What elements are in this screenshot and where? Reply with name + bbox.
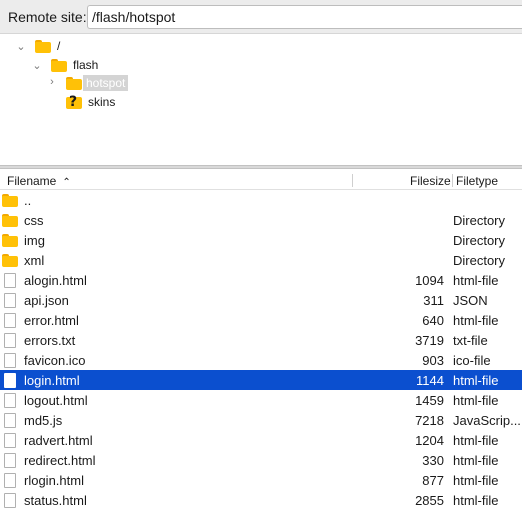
file-name: redirect.html	[24, 453, 96, 468]
file-list-header: Filename ⌃ Filesize Filetype	[0, 170, 522, 190]
column-separator[interactable]	[452, 174, 453, 187]
file-size: 330	[422, 453, 444, 468]
tree-item-root[interactable]: /	[35, 37, 63, 55]
file-size: 2855	[415, 493, 444, 508]
file-size: 1094	[415, 273, 444, 288]
file-type: html-file	[453, 473, 499, 488]
file-name: css	[24, 213, 44, 228]
file-row[interactable]: login.html 1144 html-file	[0, 370, 522, 390]
file-row[interactable]: alogin.html 1094 html-file	[0, 270, 522, 290]
file-type: JavaScrip...	[453, 413, 521, 428]
file-name: error.html	[24, 313, 79, 328]
file-name: xml	[24, 253, 45, 268]
column-filetype[interactable]: Filetype	[456, 174, 498, 188]
file-name: login.html	[24, 373, 80, 388]
tree-item-hotspot[interactable]: hotspot	[66, 74, 129, 92]
file-name: rlogin.html	[24, 473, 84, 488]
folder-icon	[2, 214, 18, 230]
file-row[interactable]: img Directory	[0, 230, 522, 250]
file-size: 640	[422, 313, 444, 328]
chevron-down-icon[interactable]: ⌄	[14, 39, 28, 53]
file-size: 1459	[415, 393, 444, 408]
column-filename-label: Filename	[7, 174, 57, 188]
column-filename[interactable]: Filename ⌃	[7, 174, 71, 188]
folder-icon	[51, 58, 67, 72]
file-name: status.html	[24, 493, 87, 508]
file-size: 877	[422, 473, 444, 488]
remote-site-bar: Remote site:	[0, 0, 522, 34]
file-type: JSON	[453, 293, 488, 308]
file-name: alogin.html	[24, 273, 87, 288]
file-row[interactable]: rlogin.html 877 html-file	[0, 470, 522, 490]
remote-directory-tree: ⌄ / ⌄ flash › hotspot ? skins	[0, 35, 522, 165]
file-type: html-file	[453, 393, 499, 408]
file-name: favicon.ico	[24, 353, 86, 368]
file-row[interactable]: redirect.html 330 html-file	[0, 450, 522, 470]
file-row[interactable]: xml Directory	[0, 250, 522, 270]
file-size: 311	[423, 293, 444, 308]
tree-item-skins[interactable]: ? skins	[66, 93, 118, 111]
file-size: 1204	[415, 433, 444, 448]
file-row[interactable]: logout.html 1459 html-file	[0, 390, 522, 410]
file-type: ico-file	[453, 353, 491, 368]
remote-site-input[interactable]	[87, 5, 522, 29]
file-row[interactable]: md5.js 7218 JavaScrip...	[0, 410, 522, 430]
file-row[interactable]: radvert.html 1204 html-file	[0, 430, 522, 450]
file-type: html-file	[453, 433, 499, 448]
file-name: img	[24, 233, 45, 248]
folder-icon	[2, 254, 18, 270]
file-row[interactable]: errors.txt 3719 txt-file	[0, 330, 522, 350]
tree-item-label: hotspot	[83, 75, 129, 91]
file-size: 1144	[416, 373, 444, 388]
folder-icon	[2, 194, 18, 210]
file-name: md5.js	[24, 413, 63, 428]
column-separator[interactable]	[352, 174, 353, 187]
pane-splitter[interactable]	[0, 165, 522, 169]
tree-item-flash[interactable]: flash	[51, 56, 101, 74]
file-row[interactable]: status.html 2855 html-file	[0, 490, 522, 510]
unknown-folder-icon: ?	[66, 94, 82, 110]
tree-item-label: flash	[73, 58, 99, 72]
folder-icon	[35, 39, 51, 53]
sort-ascending-icon: ⌃	[62, 177, 71, 188]
tree-item-label: skins	[88, 95, 116, 109]
file-type: html-file	[453, 313, 499, 328]
file-row[interactable]: ..	[0, 190, 522, 210]
file-size: 3719	[415, 333, 444, 348]
file-type: html-file	[453, 273, 499, 288]
file-type: html-file	[453, 373, 499, 388]
remote-site-label: Remote site:	[8, 9, 87, 25]
file-row[interactable]: css Directory	[0, 210, 522, 230]
folder-icon	[2, 234, 18, 250]
column-filesize[interactable]: Filesize	[410, 174, 451, 188]
file-name: api.json	[24, 293, 69, 308]
file-size: 7218	[415, 413, 444, 428]
file-type: Directory	[453, 233, 506, 248]
file-type: Directory	[453, 253, 506, 268]
file-name: logout.html	[24, 393, 88, 408]
file-icon	[2, 493, 16, 512]
file-type: Directory	[453, 213, 506, 228]
file-row[interactable]: api.json 311 JSON	[0, 290, 522, 310]
file-type: html-file	[453, 493, 499, 508]
tree-item-label: /	[57, 39, 61, 53]
chevron-right-icon[interactable]: ›	[45, 75, 59, 89]
chevron-down-icon[interactable]: ⌄	[30, 58, 44, 72]
file-type: txt-file	[453, 333, 488, 348]
file-size: 903	[422, 353, 444, 368]
file-name: radvert.html	[24, 433, 93, 448]
file-name: ..	[24, 193, 32, 208]
file-name: errors.txt	[24, 333, 76, 348]
file-row[interactable]: favicon.ico 903 ico-file	[0, 350, 522, 370]
file-row[interactable]: error.html 640 html-file	[0, 310, 522, 330]
file-type: html-file	[453, 453, 499, 468]
folder-icon	[66, 76, 82, 90]
